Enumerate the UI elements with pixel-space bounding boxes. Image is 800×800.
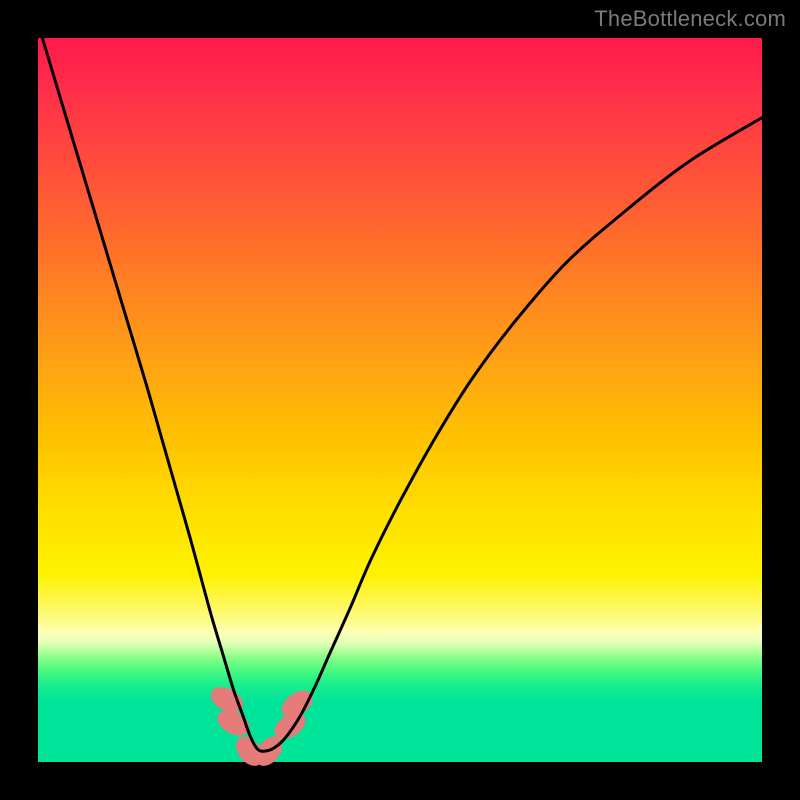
bottleneck-curve	[38, 24, 762, 752]
plot-area	[38, 38, 762, 762]
chart-svg	[38, 38, 762, 762]
watermark-text: TheBottleneck.com	[594, 6, 786, 32]
markers-group	[207, 682, 318, 771]
chart-frame: TheBottleneck.com	[0, 0, 800, 800]
